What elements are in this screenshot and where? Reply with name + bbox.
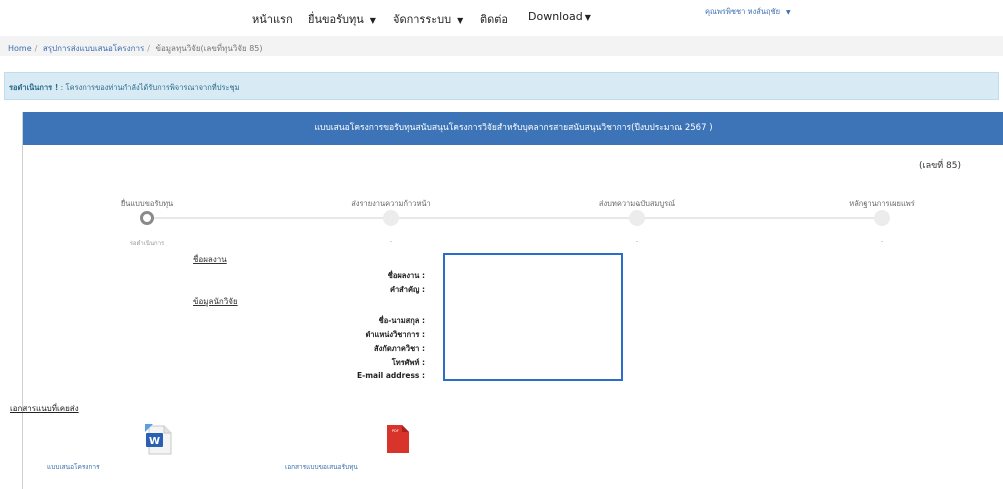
step-status: รอดำเนินการ — [129, 240, 165, 247]
field-label: E-mail address : — [357, 371, 425, 380]
top-navbar: หน้าแรก ยื่นขอรับทุน ▼ จัดการระบบ ▼ ติดต่อ… — [0, 0, 1003, 34]
pdf-icon[interactable]: PDF — [386, 424, 410, 454]
step-label: ส่งบทความฉบับสมบูรณ์ — [598, 199, 676, 208]
chevron-down-icon: ▼ — [786, 9, 791, 16]
nav-contact-link[interactable]: ติดต่อ — [480, 10, 508, 28]
project-panel: แบบเสนอโครงการขอรับทุนสนับสนุนโครงการวิจ… — [10, 112, 1003, 489]
step-dot — [383, 210, 399, 226]
word-doc-icon[interactable]: W — [145, 424, 173, 456]
status-alert-title: รอดำเนินการ ! — [9, 83, 59, 92]
panel-title: แบบเสนอโครงการขอรับทุนสนับสนุนโครงการวิจ… — [23, 112, 1003, 145]
step-dot — [874, 210, 890, 226]
nav-apply-label: ยื่นขอรับทุน — [308, 13, 364, 26]
svg-text:PDF: PDF — [392, 429, 399, 433]
nav-manage-label: จัดการระบบ — [393, 13, 452, 26]
work-section-title: ชื่อผลงาน — [193, 255, 227, 264]
nav-manage-menu[interactable]: จัดการระบบ ▼ — [393, 10, 463, 28]
step-label: ส่งรายงานความก้าวหน้า — [351, 199, 431, 208]
breadcrumb-separator: / — [147, 44, 150, 53]
nav-home-link[interactable]: หน้าแรก — [252, 10, 293, 28]
nav-download-menu[interactable]: Download ▼ — [528, 10, 591, 23]
step-label: หลักฐานการเผยแพร่ — [849, 199, 915, 208]
doc-link-application[interactable]: เอกสารแบบขอเสนอรับทุน — [285, 462, 358, 472]
step-status: - — [635, 238, 639, 245]
chevron-down-icon: ▼ — [457, 16, 464, 25]
redacted-values-box — [443, 253, 623, 381]
status-alert-text: : โครงการของท่านกำลังได้รับการพิจารณาจาก… — [60, 83, 240, 92]
field-label: ตำแหน่งวิชาการ : — [365, 330, 425, 339]
breadcrumb: Home / สรุปการส่งแบบเสนอโครงการ / ข้อมูลทุ… — [0, 36, 1003, 56]
step-dot — [629, 210, 645, 226]
step-dot-active — [140, 211, 154, 225]
step-status: - — [389, 238, 393, 245]
field-label: ชื่อ-นามสกุล : — [378, 316, 425, 325]
step-label: ยื่นแบบขอรับทุน — [120, 199, 174, 208]
step-status: - — [880, 238, 884, 245]
field-label: ชื่อผลงาน : — [387, 271, 425, 280]
chevron-down-icon: ▼ — [369, 16, 376, 25]
field-label: คำสำคัญ : — [389, 285, 425, 294]
progress-track — [147, 217, 882, 219]
nav-apply-menu[interactable]: ยื่นขอรับทุน ▼ — [308, 10, 376, 28]
breadcrumb-summary-link[interactable]: สรุปการส่งแบบเสนอโครงการ — [43, 44, 144, 53]
user-name: คุณพรพิชชา หงส์นฤชัย — [705, 7, 781, 16]
status-alert: รอดำเนินการ ! : โครงการของท่านกำลังได้รั… — [4, 72, 999, 100]
nav-download-label: Download — [528, 10, 583, 23]
field-label: สังกัดภาควิชา : — [374, 344, 425, 353]
doc-number: (เลขที่ 85) — [918, 161, 961, 171]
field-label: โทรศัพท์ : — [391, 358, 425, 367]
breadcrumb-home-link[interactable]: Home — [8, 44, 32, 53]
breadcrumb-separator: / — [34, 44, 38, 53]
svg-text:W: W — [149, 436, 160, 447]
researcher-section-title: ข้อมูลนักวิจัย — [193, 297, 238, 306]
doc-link-proposal[interactable]: แบบเสนอโครงการ — [47, 462, 100, 472]
user-menu[interactable]: คุณพรพิชชา หงส์นฤชัย ▼ — [705, 6, 791, 18]
breadcrumb-current: ข้อมูลทุนวิจัย(เลขที่ทุนวิจัย 85) — [155, 44, 263, 53]
attached-docs-title: เอกสารแนบที่เคยส่ง — [10, 404, 79, 413]
chevron-down-icon: ▼ — [584, 13, 591, 22]
